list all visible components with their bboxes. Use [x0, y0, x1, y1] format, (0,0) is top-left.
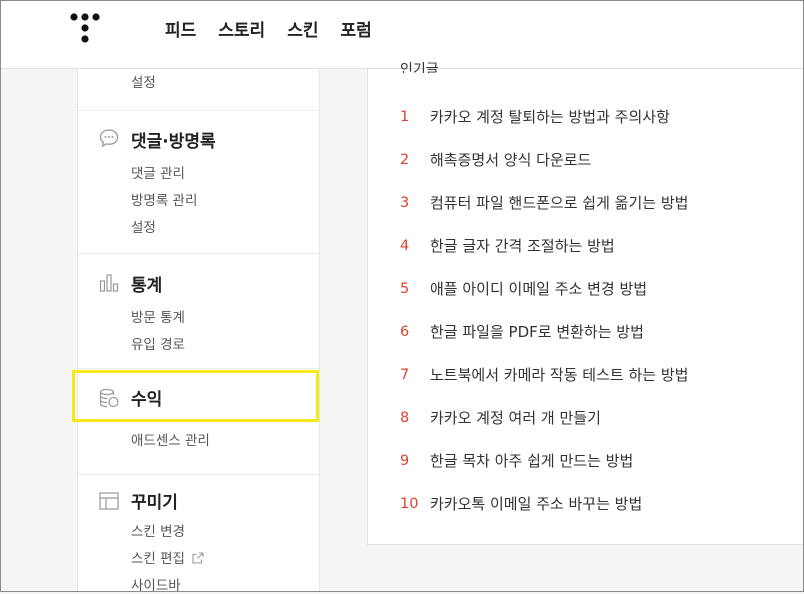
sidebar-section-partial: 설정	[78, 69, 319, 111]
nav-skin[interactable]: 스킨	[287, 16, 318, 41]
nav-feed[interactable]: 피드	[165, 16, 196, 41]
popular-post-rank: 1	[400, 108, 410, 125]
sidebar-section-decorate: 꾸미기 스킨 변경 스킨 편집 사이드바	[78, 475, 319, 594]
external-link-icon	[192, 552, 204, 564]
popular-post-item[interactable]: 9 한글 목차 아주 쉽게 만드는 방법	[400, 439, 688, 482]
sidebar-item-sidebar[interactable]: 사이드바	[131, 574, 181, 594]
sidebar-item-settings[interactable]: 설정	[131, 71, 156, 91]
speech-bubble-icon	[99, 129, 119, 148]
popular-post-rank: 6	[400, 323, 410, 340]
sidebar-item-skin-change[interactable]: 스킨 변경	[131, 520, 185, 540]
popular-post-title[interactable]: 해촉증명서 양식 다운로드	[430, 149, 591, 170]
sidebar-section-title-comments[interactable]: 댓글·방명록	[131, 127, 216, 152]
popular-post-title[interactable]: 애플 아이디 이메일 주소 변경 방법	[430, 278, 647, 299]
popular-post-item[interactable]: 1 카카오 계정 탈퇴하는 방법과 주의사항	[400, 95, 688, 138]
main-nav: 피드 스토리 스킨 포럼	[165, 16, 372, 41]
popular-post-rank: 2	[400, 151, 410, 168]
popular-posts-panel: 인기글 1 카카오 계정 탈퇴하는 방법과 주의사항 2 해촉증명서 양식 다운로드 3…	[367, 62, 804, 545]
popular-post-title[interactable]: 컴퓨터 파일 핸드폰으로 쉽게 옮기는 방법	[430, 192, 688, 213]
nav-story[interactable]: 스토리	[218, 16, 265, 41]
popular-post-item[interactable]: 3 컴퓨터 파일 핸드폰으로 쉽게 옮기는 방법	[400, 181, 688, 224]
popular-posts-list: 1 카카오 계정 탈퇴하는 방법과 주의사항 2 해촉증명서 양식 다운로드 3 컴퓨터 …	[400, 95, 688, 525]
sidebar-item-adsense-manage[interactable]: 애드센스 관리	[131, 429, 210, 449]
popular-post-title[interactable]: 카카오 계정 여러 개 만들기	[430, 407, 601, 428]
popular-post-item[interactable]: 4 한글 글자 간격 조절하는 방법	[400, 224, 688, 267]
panel-header-cut: 인기글	[400, 62, 439, 73]
sidebar-item-skin-edit[interactable]: 스킨 편집	[131, 547, 204, 567]
popular-post-rank: 4	[400, 237, 410, 254]
popular-post-item[interactable]: 8 카카오 계정 여러 개 만들기	[400, 396, 688, 439]
sidebar-section-stats: 통계 방문 통계 유입 경로	[78, 254, 319, 369]
sidebar-item-visit-stats[interactable]: 방문 통계	[131, 306, 185, 326]
tistory-logo-icon[interactable]	[70, 13, 100, 43]
popular-post-rank: 9	[400, 452, 410, 469]
popular-post-rank: 10	[400, 495, 419, 512]
popular-post-title[interactable]: 카카오 계정 탈퇴하는 방법과 주의사항	[430, 106, 670, 127]
popular-post-rank: 3	[400, 194, 410, 211]
popular-post-title[interactable]: 한글 목차 아주 쉽게 만드는 방법	[430, 450, 633, 471]
layout-icon	[99, 492, 119, 510]
sidebar-section-comments: 댓글·방명록 댓글 관리 방명록 관리 설정	[78, 111, 319, 254]
popular-post-title[interactable]: 노트북에서 카메라 작동 테스트 하는 방법	[430, 364, 688, 385]
popular-post-title[interactable]: 한글 파일을 PDF로 변환하는 방법	[430, 321, 644, 342]
popular-post-item[interactable]: 7 노트북에서 카메라 작동 테스트 하는 방법	[400, 353, 688, 396]
popular-post-rank: 5	[400, 280, 410, 297]
popular-post-title[interactable]: 카카오톡 이메일 주소 바꾸는 방법	[430, 493, 642, 514]
sidebar-item-guestbook-manage[interactable]: 방명록 관리	[131, 189, 197, 209]
nav-forum[interactable]: 포럼	[340, 16, 371, 41]
revenue-highlight-box	[72, 370, 319, 422]
popular-post-rank: 8	[400, 409, 410, 426]
sidebar-section-title-decorate[interactable]: 꾸미기	[131, 488, 178, 513]
sidebar-section-title-stats[interactable]: 통계	[131, 271, 162, 296]
popular-post-title[interactable]: 한글 글자 간격 조절하는 방법	[430, 235, 615, 256]
popular-post-rank: 7	[400, 366, 410, 383]
bar-chart-icon	[99, 274, 119, 292]
sidebar-item-skin-edit-label: 스킨 편집	[131, 551, 185, 567]
popular-post-item[interactable]: 10 카카오톡 이메일 주소 바꾸는 방법	[400, 482, 688, 525]
popular-post-item[interactable]: 5 애플 아이디 이메일 주소 변경 방법	[400, 267, 688, 310]
sidebar-item-referrer[interactable]: 유입 경로	[131, 333, 185, 353]
sidebar-item-comment-manage[interactable]: 댓글 관리	[131, 162, 185, 182]
popular-post-item[interactable]: 6 한글 파일을 PDF로 변환하는 방법	[400, 310, 688, 353]
sidebar-item-comment-settings[interactable]: 설정	[131, 216, 156, 236]
admin-sidebar: 설정 댓글·방명록 댓글 관리 방명록 관리 설정 통계 방문 통계 유입 경로…	[77, 69, 320, 594]
popular-post-item[interactable]: 2 해촉증명서 양식 다운로드	[400, 138, 688, 181]
